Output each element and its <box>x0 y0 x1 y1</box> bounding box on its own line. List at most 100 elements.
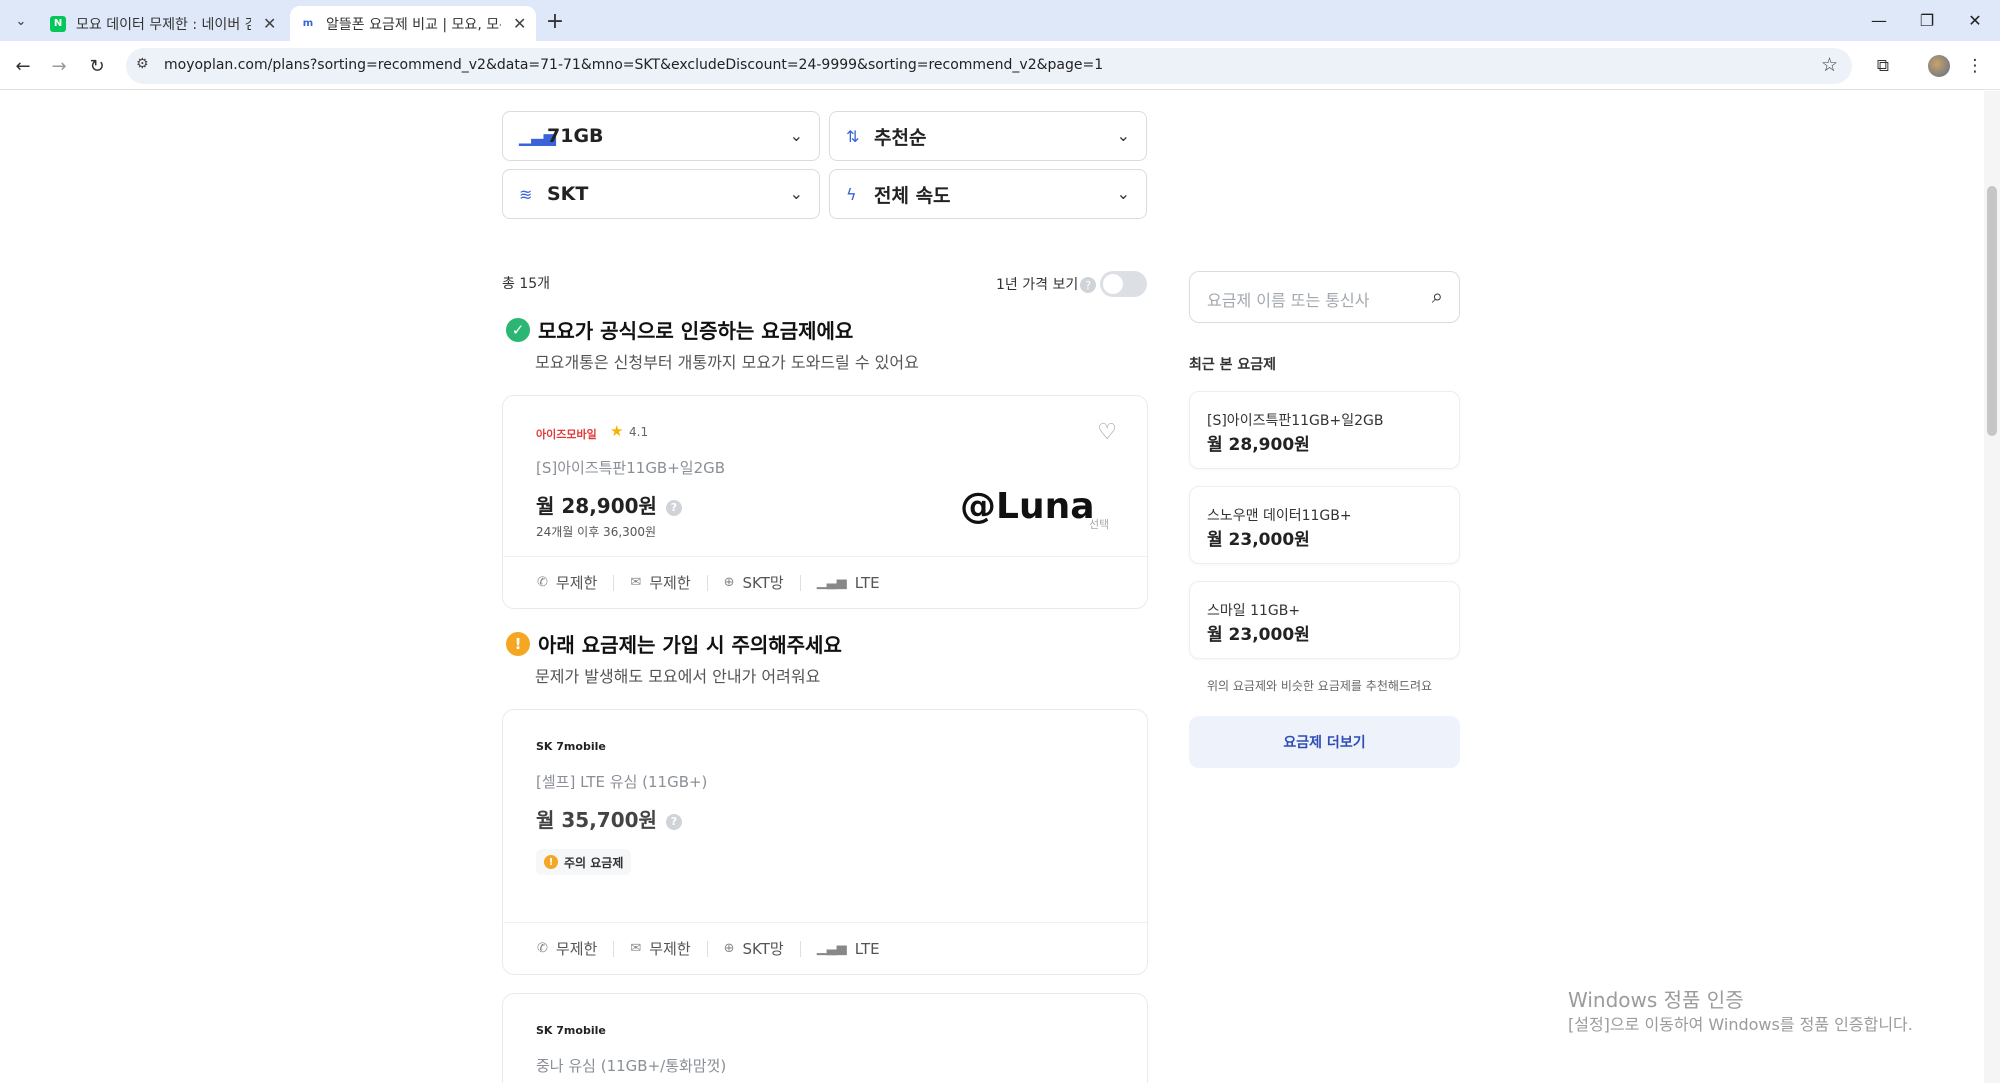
heart-icon[interactable]: ♡ <box>1097 420 1117 445</box>
feature-text: LTE <box>854 573 880 592</box>
close-tab-icon[interactable]: ✕ <box>263 14 276 33</box>
star-icon: ★ <box>610 422 624 440</box>
year-price-label: 1년 가격 보기? <box>996 274 1097 294</box>
extensions-icon[interactable]: ⧉ <box>1870 53 1896 79</box>
windows-activation-title: Windows 정품 인증 <box>1568 988 1744 1012</box>
site-info-icon[interactable]: ⚙ <box>136 56 149 72</box>
tab-title: 알뜰폰 요금제 비교 | 모요, 모두 <box>326 16 501 33</box>
speed-filter-value: 전체 속도 <box>874 184 951 207</box>
luna-watermark: @Luna <box>960 486 1095 527</box>
feature-lte: ▁▃▅ LTE <box>817 940 896 958</box>
close-window-button[interactable]: ✕ <box>1952 0 1998 41</box>
speed-filter-dropdown[interactable]: ϟ 전체 속도 ⌄ <box>829 169 1147 219</box>
lightning-icon: ϟ <box>846 184 857 204</box>
recent-plans-title: 최근 본 요금제 <box>1189 357 1277 373</box>
reload-icon[interactable]: ↻ <box>84 53 110 79</box>
profile-avatar[interactable] <box>1928 55 1950 77</box>
help-icon[interactable]: ? <box>665 499 682 516</box>
feature-lte: ▁▃▅ LTE <box>817 574 896 592</box>
bookmark-star-icon[interactable]: ☆ <box>1821 54 1838 76</box>
year-price-text: 1년 가격 보기 <box>996 277 1079 293</box>
feature-text: SKT망 <box>742 574 784 592</box>
back-icon[interactable]: ← <box>10 53 36 79</box>
brand-logo: SK 7mobile <box>536 740 606 753</box>
recent-plan-name: 스마일 11GB+ <box>1207 603 1301 619</box>
feature-sms: ✉ 무제한 <box>630 938 706 959</box>
chevron-down-icon: ⌄ <box>1116 184 1130 203</box>
recent-plan-item[interactable]: 스마일 11GB+ 월 23,000원 <box>1189 581 1460 659</box>
caution-title-text: 아래 요금제는 가입 시 주의해주세요 <box>538 633 842 657</box>
plan-price: 월 28,900원 ? <box>536 490 682 519</box>
data-filter-dropdown[interactable]: ▁▃▅ 71GB ⌄ <box>502 111 820 161</box>
new-tab-button[interactable]: + <box>542 8 568 34</box>
recent-plan-item[interactable]: 스노우맨 데이터11GB+ 월 23,000원 <box>1189 486 1460 564</box>
more-plans-button[interactable]: 요금제 더보기 <box>1189 716 1460 768</box>
recent-plan-item[interactable]: [S]아이즈특판11GB+일2GB 월 28,900원 <box>1189 391 1460 469</box>
tab-moyo[interactable]: m 알뜰폰 요금제 비교 | 모요, 모두 ✕ <box>290 6 537 41</box>
caution-chip-text: 주의 요금제 <box>564 855 624 870</box>
feature-text: SKT망 <box>742 940 784 958</box>
year-price-toggle[interactable] <box>1100 271 1147 297</box>
plan-name: [셀프] LTE 유심 (11GB+) <box>536 773 708 791</box>
caution-subtitle: 문제가 발생해도 모요에서 안내가 어려워요 <box>535 667 821 686</box>
feature-text: 무제한 <box>555 940 598 958</box>
tab-title: 모요 데이터 무제한 : 네이버 검 <box>76 16 251 33</box>
recommend-note: 위의 요금제와 비슷한 요금제를 추천해드려요 <box>1207 679 1433 693</box>
url-text[interactable]: moyoplan.com/plans?sorting=recommend_v2&… <box>164 57 1103 73</box>
tab-search-button[interactable]: ⌄ <box>8 8 34 34</box>
brand-logo: SK 7mobile <box>536 1024 606 1037</box>
phone-icon: ✆ <box>537 575 548 590</box>
menu-kebab-icon[interactable]: ⋮ <box>1962 53 1988 79</box>
warning-icon: ! <box>506 631 530 656</box>
certified-title-text: 모요가 공식으로 인증하는 요금제에요 <box>538 319 854 343</box>
plan-card-caution[interactable]: SK 7mobile 중나 유심 (11GB+/통화맘껏) <box>502 993 1148 1083</box>
plan-price-text: 월 35,700원 <box>536 808 657 832</box>
feature-text: 무제한 <box>649 574 691 592</box>
page-scrollbar[interactable] <box>1984 91 2000 1083</box>
chevron-down-icon: ⌄ <box>1116 126 1130 145</box>
plan-price: 월 35,700원 ? <box>536 804 682 833</box>
forward-icon[interactable]: → <box>46 53 72 79</box>
plan-card-caution[interactable]: SK 7mobile [셀프] LTE 유심 (11GB+) 월 35,700원… <box>502 709 1148 975</box>
phone-icon: ✆ <box>537 941 548 956</box>
network-filter-dropdown[interactable]: ≋ SKT ⌄ <box>502 169 820 219</box>
tab-naver[interactable]: N 모요 데이터 무제한 : 네이버 검 ✕ <box>40 6 286 41</box>
feature-text: 무제한 <box>555 574 598 592</box>
signal-bars-icon: ▁▃▅ <box>816 575 847 590</box>
certified-section-title: ✓ 모요가 공식으로 인증하는 요금제에요 <box>506 315 853 344</box>
divider <box>799 574 801 591</box>
windows-activation-subtitle: [설정]으로 이동하여 Windows를 정품 인증합니다. <box>1568 1015 1913 1034</box>
help-icon[interactable]: ? <box>665 813 682 830</box>
sort-filter-dropdown[interactable]: ⇅ 추천순 ⌄ <box>829 111 1147 161</box>
moyo-favicon-icon: m <box>300 15 316 32</box>
recent-plan-price: 월 23,000원 <box>1207 530 1310 550</box>
browser-toolbar: ← → ↻ ⚙ moyoplan.com/plans?sorting=recom… <box>0 41 2000 90</box>
divider <box>706 940 708 957</box>
feature-call: ✆ 무제한 <box>537 938 613 959</box>
plan-name: [S]아이즈특판11GB+일2GB <box>536 459 726 477</box>
divider <box>613 574 615 591</box>
browser-tab-strip: ⌄ N 모요 데이터 무제한 : 네이버 검 ✕ m 알뜰폰 요금제 비교 | … <box>0 0 2000 41</box>
globe-icon: ⊕ <box>723 575 735 590</box>
minimize-button[interactable]: — <box>1856 0 1902 41</box>
address-bar[interactable]: ⚙ moyoplan.com/plans?sorting=recommend_v… <box>126 48 1852 84</box>
network-filter-value: SKT <box>547 183 589 205</box>
feature-call: ✆ 무제한 <box>537 572 613 593</box>
feature-text: LTE <box>854 939 880 958</box>
close-tab-icon[interactable]: ✕ <box>513 14 526 33</box>
plan-search-input[interactable]: 요금제 이름 또는 통신사 ⌕ <box>1189 271 1460 323</box>
chevron-down-icon: ⌄ <box>789 184 803 203</box>
warning-icon: ! <box>544 855 558 869</box>
plan-features: ✆ 무제한 ✉ 무제한 ⊕ SKT망 ▁▃▅ LTE <box>503 556 1147 608</box>
rating: 4.1 <box>629 425 649 439</box>
scrollbar-thumb[interactable] <box>1987 186 1997 436</box>
search-icon[interactable]: ⌕ <box>1432 284 1443 308</box>
chevron-down-icon: ⌄ <box>789 126 803 145</box>
divider <box>799 940 801 957</box>
divider <box>613 940 615 957</box>
restore-button[interactable]: ❐ <box>1904 0 1950 41</box>
sort-filter-value: 추천순 <box>874 126 927 149</box>
help-icon[interactable]: ? <box>1080 277 1097 293</box>
recent-plan-price: 월 28,900원 <box>1207 435 1310 455</box>
wifi-icon: ≋ <box>519 184 533 204</box>
